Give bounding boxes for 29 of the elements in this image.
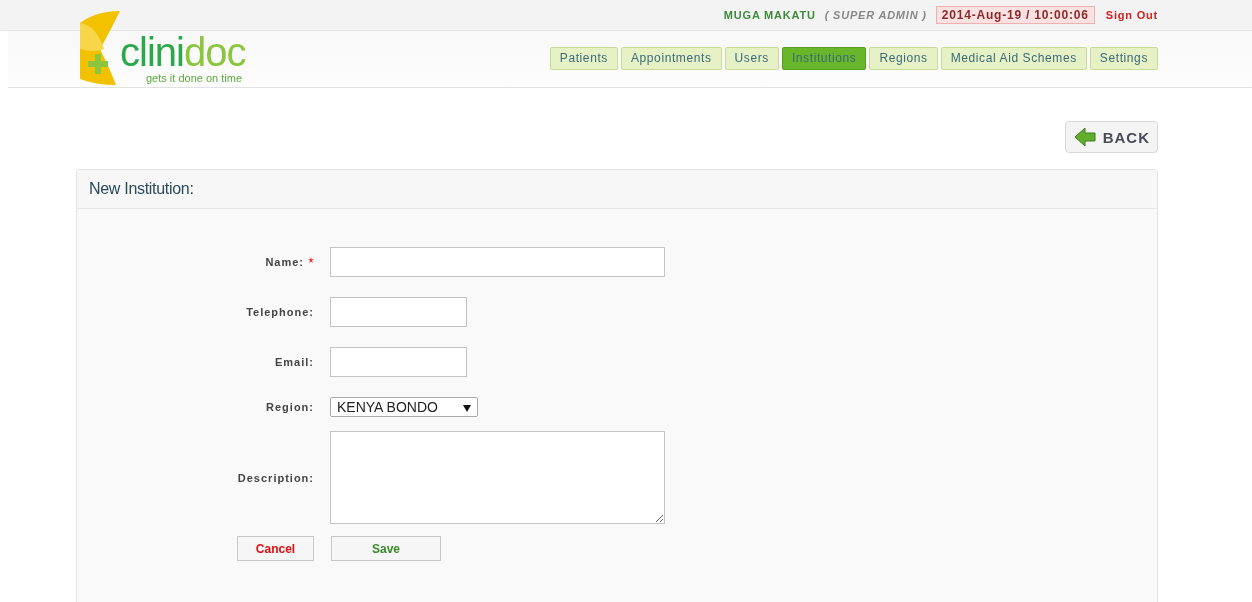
field-label: Name: bbox=[77, 256, 314, 268]
region-select[interactable]: KENYA BONDO bbox=[330, 397, 478, 417]
nav-tab[interactable]: Regions bbox=[869, 47, 938, 70]
user-name: MUGA MAKATU bbox=[723, 9, 816, 21]
date-time: 2014-Aug-19 / 10:00:06 bbox=[935, 6, 1095, 24]
field-label: Description: bbox=[236, 471, 314, 484]
field-label: Region: bbox=[265, 401, 314, 413]
arrow-icon bbox=[1073, 127, 1096, 147]
nav-tab[interactable]: Patients bbox=[549, 47, 618, 70]
input-field[interactable] bbox=[330, 247, 665, 277]
nav-tab[interactable]: Medical Aid Schemes bbox=[940, 47, 1087, 70]
description-field[interactable] bbox=[330, 431, 665, 524]
field-label: Telephone: bbox=[245, 306, 314, 318]
logo-text: clinidoc bbox=[120, 32, 246, 72]
cancel-button[interactable]: Cancel bbox=[237, 536, 314, 561]
user-role: ( SUPER ADMIN ) bbox=[824, 9, 927, 21]
sign-out-link[interactable]: Sign Out bbox=[1105, 9, 1158, 21]
nav-tab[interactable]: Settings bbox=[1089, 47, 1158, 70]
input-field[interactable] bbox=[330, 347, 467, 377]
back-button[interactable]: BACK bbox=[1064, 121, 1158, 153]
nav-tab[interactable]: Appointments bbox=[620, 47, 722, 70]
field-label: Email: bbox=[274, 356, 314, 368]
caret-icon bbox=[463, 405, 471, 412]
save-button[interactable]: Save bbox=[331, 536, 441, 561]
nav-tab[interactable]: Users bbox=[724, 47, 779, 70]
required-icon bbox=[308, 257, 314, 263]
logo-tagline: gets it done on time bbox=[146, 72, 243, 84]
input-field[interactable] bbox=[330, 297, 467, 327]
panel-title: New Institution: bbox=[89, 180, 194, 198]
